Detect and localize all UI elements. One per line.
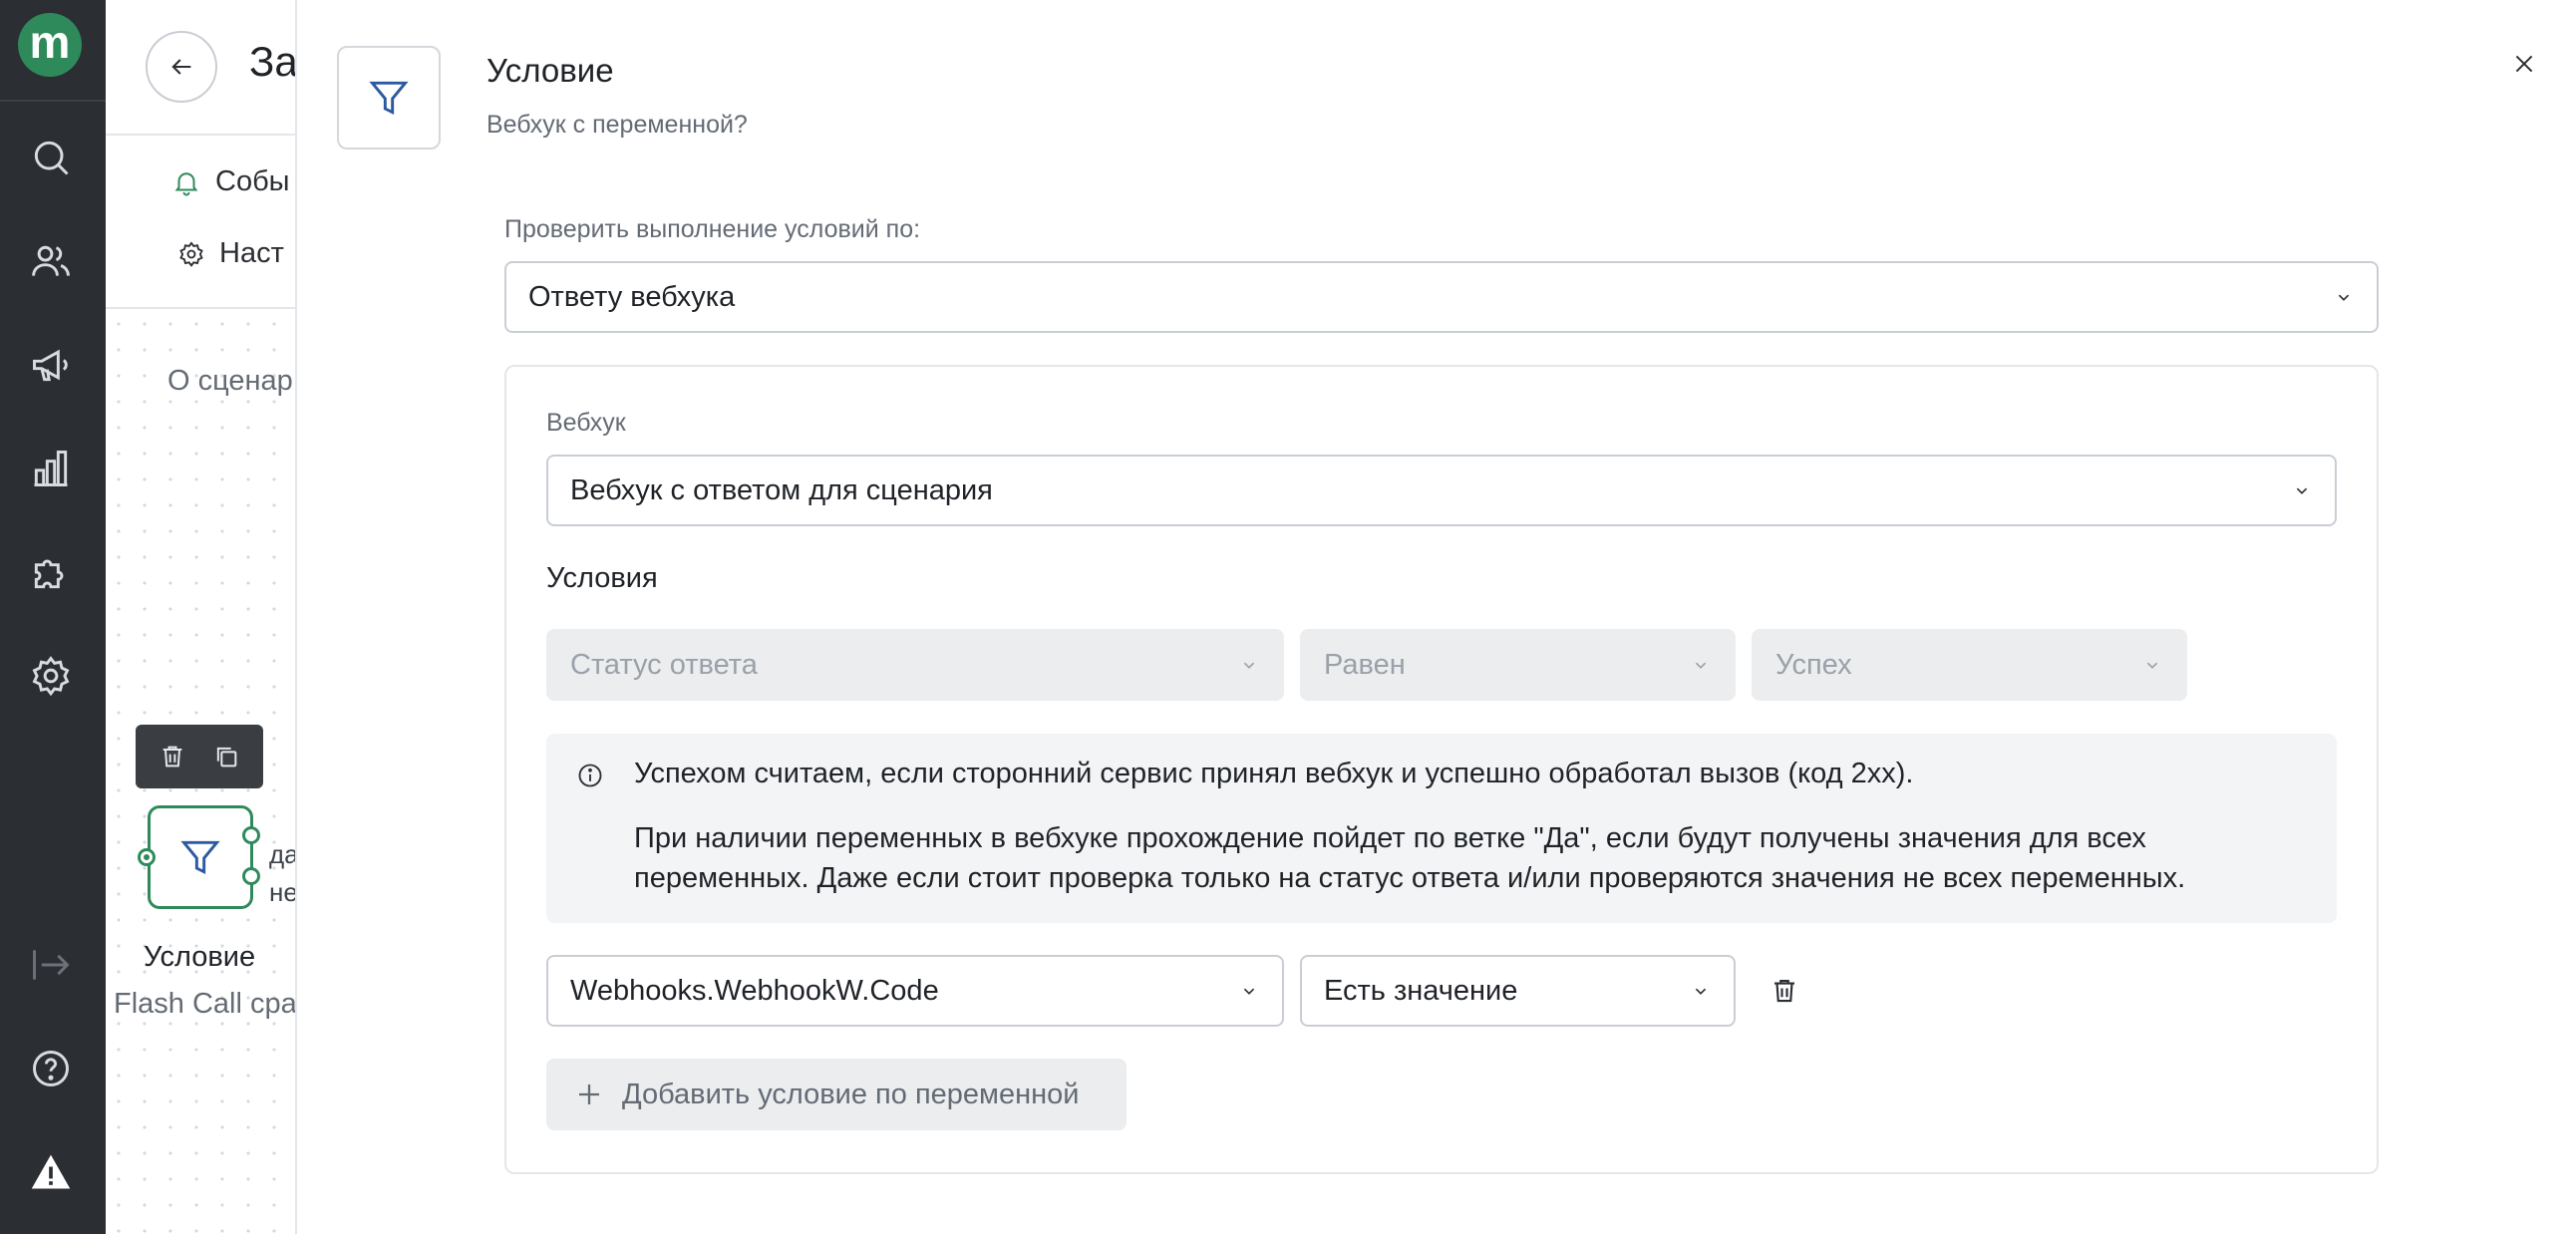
info-notice: Успехом считаем, если сторонний сервис п… — [546, 734, 2337, 923]
chevron-down-icon — [1243, 662, 1255, 669]
equals-select: Равен — [1300, 629, 1736, 701]
node-output-port-yes[interactable] — [242, 826, 260, 844]
operator-value: Есть значение — [1324, 974, 1518, 1007]
chevron-down-icon — [2146, 662, 2158, 669]
add-variable-condition-label: Добавить условие по переменной — [622, 1078, 1080, 1110]
info-icon — [578, 764, 602, 787]
node-output-port-no[interactable] — [242, 867, 260, 885]
conditions-heading: Условия — [546, 562, 658, 594]
help-icon[interactable] — [25, 1043, 77, 1094]
add-variable-condition-button[interactable]: Добавить условие по переменной — [546, 1059, 1127, 1130]
variable-select[interactable]: Webhooks.WebhookW.Code — [546, 955, 1284, 1027]
chevron-down-icon — [1695, 988, 1707, 995]
chevron-down-icon — [2296, 487, 2308, 494]
webhook-value: Вебхук с ответом для сценария — [570, 473, 993, 506]
close-icon — [2515, 55, 2533, 73]
trash-icon — [1774, 979, 1794, 1003]
node-title: Условие — [144, 941, 256, 973]
response-status-value: Статус ответа — [570, 648, 758, 681]
bell-icon — [174, 171, 198, 195]
chart-icon[interactable] — [25, 443, 77, 494]
panel-header-icon — [337, 46, 441, 150]
chevron-down-icon — [1243, 988, 1255, 995]
gear-icon[interactable] — [25, 650, 77, 702]
webhook-label: Вебхук — [546, 409, 626, 437]
arrow-left-icon — [171, 59, 191, 75]
node-subtitle: Flash Call сра — [114, 988, 295, 1020]
node-input-port[interactable] — [138, 848, 156, 866]
webhook-select[interactable]: Вебхук с ответом для сценария — [546, 455, 2337, 526]
menu-events-label: Собы — [215, 165, 290, 197]
menu-settings-label: Наст — [219, 237, 284, 269]
node-toolbar — [136, 725, 263, 788]
chevron-down-icon — [2338, 294, 2350, 301]
trash-icon[interactable] — [159, 743, 186, 771]
equals-value: Равен — [1324, 648, 1406, 681]
condition-settings-panel: Условие Вебхук с переменной? Проверить в… — [295, 0, 2576, 1234]
check-by-value: Ответу вебхука — [528, 280, 736, 313]
copy-icon[interactable] — [212, 743, 240, 771]
variable-value: Webhooks.WebhookW.Code — [570, 974, 939, 1007]
delete-condition-button[interactable] — [1767, 973, 1802, 1009]
plus-icon — [579, 1084, 599, 1104]
back-button[interactable] — [146, 31, 217, 103]
scenario-canvas: За Собы Наст О сценар да не Условие Flas… — [106, 0, 295, 1234]
panel-title: Условие — [486, 52, 614, 89]
header-divider — [106, 134, 295, 136]
check-by-select[interactable]: Ответу вебхука — [504, 261, 2379, 333]
close-button[interactable] — [2504, 44, 2544, 84]
branch-yes-label: да — [269, 839, 295, 869]
gear-icon — [179, 240, 203, 267]
branch-no-label: не — [269, 877, 295, 907]
search-icon[interactable] — [25, 132, 77, 183]
page-title: За — [249, 38, 295, 85]
left-nav-rail: m — [0, 0, 106, 1234]
menu-settings[interactable]: Наст — [177, 237, 284, 270]
users-icon[interactable] — [25, 235, 77, 287]
panel-subtitle[interactable]: Вебхук с переменной? — [486, 111, 748, 140]
about-scenario-link[interactable]: О сценар — [167, 365, 293, 398]
menu-events[interactable]: Собы — [171, 165, 290, 198]
logout-icon[interactable] — [25, 939, 77, 991]
filter-icon — [369, 81, 409, 116]
app-logo[interactable]: m — [18, 13, 82, 77]
operator-select[interactable]: Есть значение — [1300, 955, 1736, 1027]
filter-icon — [180, 840, 220, 875]
response-status-select: Статус ответа — [546, 629, 1284, 701]
chevron-down-icon — [1695, 662, 1707, 669]
success-value: Успех — [1775, 648, 1852, 681]
info-text-line2: При наличии переменных в вебхуке прохожд… — [634, 822, 2186, 894]
warning-icon[interactable] — [25, 1146, 77, 1198]
success-select: Успех — [1752, 629, 2187, 701]
check-by-label: Проверить выполнение условий по: — [504, 215, 921, 243]
megaphone-icon[interactable] — [25, 339, 77, 391]
condition-node[interactable] — [148, 805, 253, 909]
rail-divider — [0, 100, 106, 102]
info-text-line1: Успехом считаем, если сторонний сервис п… — [634, 758, 1914, 789]
puzzle-icon[interactable] — [25, 546, 77, 598]
